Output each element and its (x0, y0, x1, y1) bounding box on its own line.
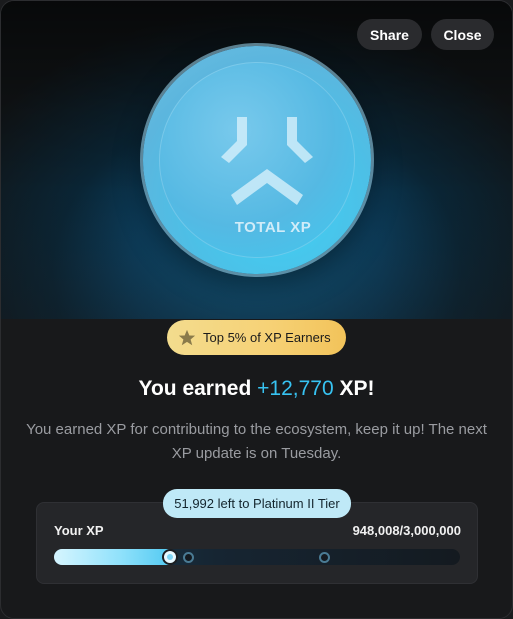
xp-progress-fill (54, 549, 176, 565)
earned-description: You earned XP for contributing to the ec… (26, 421, 487, 462)
coin-face: TOTAL XP (159, 62, 355, 258)
badge-text: Top 5% of XP Earners (203, 330, 331, 345)
xp-modal: Share Close TOTAL XP Top 5% of XP Earner… (0, 0, 513, 619)
coin-label: TOTAL XP (234, 219, 312, 236)
earned-suffix: XP! (333, 377, 375, 400)
milestone-marker (183, 552, 194, 563)
next-tier-tooltip: 51,992 left to Platinum II Tier (163, 489, 351, 518)
xp-value: 948,008/3,000,000 (352, 523, 461, 538)
milestone-marker (319, 552, 330, 563)
earned-prefix: You earned (138, 377, 258, 400)
earned-amount: +12,770 (257, 377, 334, 400)
star-icon (178, 329, 196, 345)
xp-progress-knob (164, 551, 176, 563)
share-button[interactable]: Share (357, 19, 422, 50)
close-button[interactable]: Close (431, 19, 494, 50)
rank-badge: Top 5% of XP Earners (167, 320, 346, 355)
xp-label: Your XP (54, 523, 104, 538)
total-xp-coin: TOTAL XP (143, 46, 371, 274)
earned-heading: You earned +12,770 XP! (1, 377, 512, 401)
total-xp-logo-icon (221, 117, 313, 205)
xp-progress-track (54, 549, 460, 565)
